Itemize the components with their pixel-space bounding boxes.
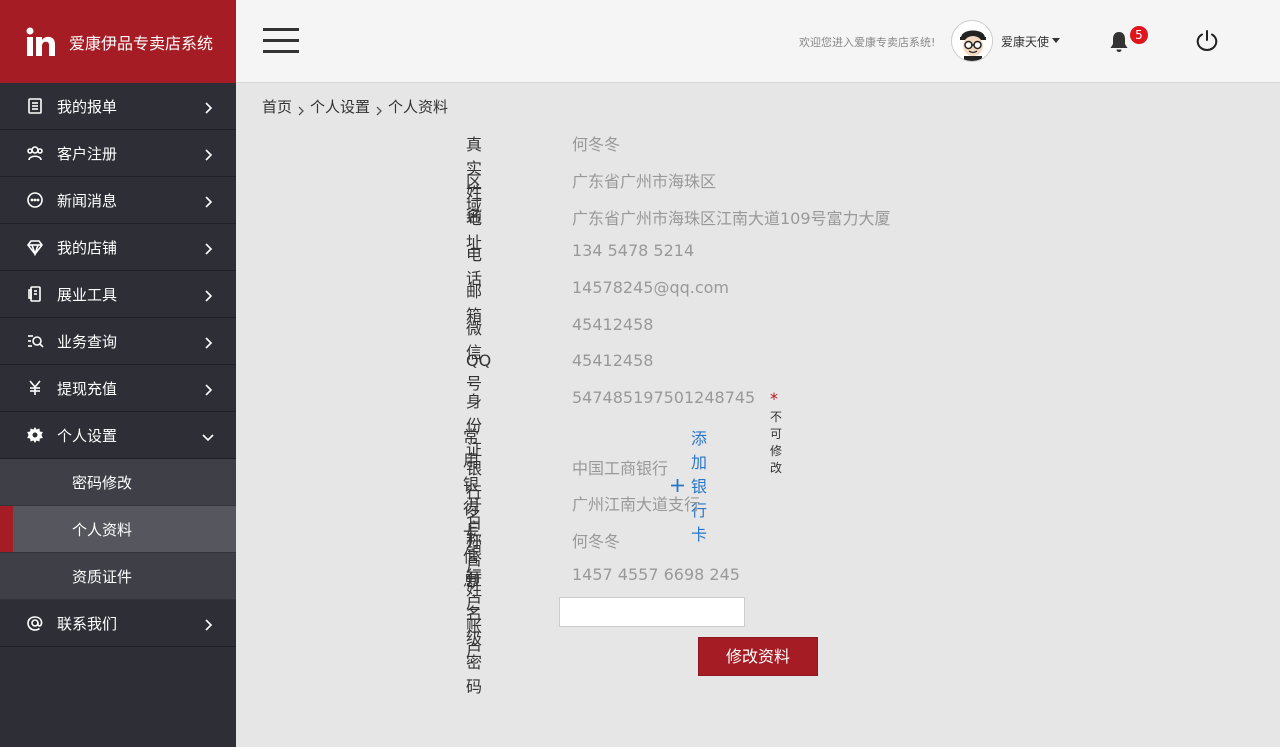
field-value-email: 14578245@qq.com — [572, 278, 730, 297]
power-icon[interactable] — [1195, 29, 1219, 53]
sidebar-item-business-query[interactable]: 业务查询 — [0, 318, 236, 365]
chevron-right-icon — [202, 335, 214, 349]
bell-icon[interactable] — [1109, 31, 1129, 53]
id-card-note-text: 不可修改 — [770, 410, 783, 475]
edit-profile-button[interactable]: 修改资料 — [698, 637, 818, 676]
search-list-icon — [25, 331, 45, 351]
brand-name: 爱康伊品专卖店系统 — [69, 33, 214, 53]
sidebar: 爱康伊品专卖店系统 我的报单 客户注册 新闻消息 我的店铺 展业工具 业务查询 … — [0, 0, 236, 747]
sidebar-item-label: 业务查询 — [57, 332, 118, 351]
field-label-secondary-password: 二级密码 — [466, 605, 483, 696]
add-bank-card-label: 添加银行卡 — [691, 429, 708, 544]
chevron-right-icon — [202, 241, 214, 255]
yuan-icon — [25, 378, 45, 398]
list-doc-icon — [25, 96, 45, 116]
diamond-icon — [25, 237, 45, 257]
sidebar-subitem-label: 资质证件 — [72, 567, 133, 586]
sidebar-subitem-change-password[interactable]: 密码修改 — [0, 459, 236, 506]
sidebar-nav: 我的报单 客户注册 新闻消息 我的店铺 展业工具 业务查询 提现充值 个人设置 — [0, 83, 236, 459]
sidebar-item-label: 我的店铺 — [57, 238, 118, 257]
sidebar-subitem-label: 个人资料 — [72, 520, 133, 539]
sidebar-item-my-orders[interactable]: 我的报单 — [0, 83, 236, 130]
chevron-down-icon — [202, 429, 214, 442]
caret-down-icon[interactable] — [1052, 38, 1060, 43]
sidebar-item-label: 新闻消息 — [57, 191, 118, 210]
chevron-right-icon — [202, 100, 214, 114]
sidebar-nav-bottom: 联系我们 — [0, 600, 236, 647]
gear-icon — [25, 425, 45, 445]
sidebar-item-my-store[interactable]: 我的店铺 — [0, 224, 236, 271]
chat-bubble-icon — [25, 190, 45, 210]
field-value-region: 广东省广州市海珠区 — [572, 172, 717, 191]
sidebar-subitem-label: 密码修改 — [72, 473, 133, 492]
sidebar-item-label: 我的报单 — [57, 97, 118, 116]
chevron-right-icon — [297, 102, 305, 115]
chevron-right-icon — [375, 102, 383, 115]
sidebar-item-label: 联系我们 — [57, 614, 118, 633]
chevron-right-icon — [202, 194, 214, 208]
tools-icon — [25, 284, 45, 304]
breadcrumb-current: 个人资料 — [388, 98, 449, 116]
chevron-right-icon — [202, 382, 214, 396]
id-card-note: * 不可修改 — [770, 389, 782, 476]
welcome-text: 欢迎您进入爱康专卖店系统! — [799, 36, 936, 49]
secondary-password-input[interactable] — [559, 597, 745, 627]
breadcrumb: 首页 个人设置 个人资料 — [262, 96, 448, 117]
brand-header[interactable]: 爱康伊品专卖店系统 — [0, 0, 236, 83]
sidebar-item-label: 个人设置 — [57, 426, 118, 445]
sidebar-item-personal-settings[interactable]: 个人设置 — [0, 412, 236, 459]
required-star-icon: * — [770, 389, 778, 408]
chevron-right-icon — [202, 288, 214, 302]
users-icon — [25, 143, 45, 163]
sidebar-item-withdraw-recharge[interactable]: 提现充值 — [0, 365, 236, 412]
field-value-bank-branch: 广州江南大道支行 — [572, 495, 701, 514]
top-header: 欢迎您进入爱康专卖店系统! 爱康天使 5 — [236, 0, 1280, 83]
chevron-right-icon — [202, 617, 214, 631]
sidebar-item-label: 客户注册 — [57, 144, 118, 163]
sidebar-item-contact-us[interactable]: 联系我们 — [0, 600, 236, 647]
chevron-right-icon — [202, 147, 214, 161]
breadcrumb-home[interactable]: 首页 — [262, 96, 292, 117]
field-value-phone: 134 5478 5214 — [572, 241, 695, 260]
at-icon — [25, 613, 45, 633]
username[interactable]: 爱康天使 — [1001, 33, 1049, 50]
sidebar-item-news[interactable]: 新闻消息 — [0, 177, 236, 224]
field-value-id-card: 547485197501248745 — [572, 388, 756, 407]
sidebar-item-customer-register[interactable]: 客户注册 — [0, 130, 236, 177]
field-value-qq: 45412458 — [572, 351, 654, 370]
sidebar-subitem-certificates[interactable]: 资质证件 — [0, 553, 236, 600]
menu-toggle-icon[interactable] — [263, 28, 299, 54]
breadcrumb-settings[interactable]: 个人设置 — [310, 96, 370, 117]
field-value-bank-name: 中国工商银行 — [572, 459, 669, 478]
add-bank-card-button[interactable]: 添加银行卡 — [670, 425, 707, 545]
sidebar-item-label: 提现充值 — [57, 379, 118, 398]
sidebar-subitem-profile[interactable]: 个人资料 — [0, 506, 236, 553]
field-value-wechat: 45412458 — [572, 315, 654, 334]
brand-logo-icon — [25, 26, 57, 58]
field-value-real-name: 何冬冬 — [572, 135, 621, 154]
avatar[interactable] — [951, 20, 993, 62]
notification-badge: 5 — [1130, 26, 1148, 44]
sidebar-item-label: 展业工具 — [57, 285, 118, 304]
field-value-address: 广东省广州市海珠区江南大道109号富力大厦 — [572, 209, 891, 228]
sidebar-submenu: 密码修改 个人资料 资质证件 — [0, 459, 236, 600]
field-value-account-name: 何冬冬 — [572, 532, 621, 551]
field-value-account-number: 1457 4557 6698 245 — [572, 565, 740, 584]
sidebar-item-tools[interactable]: 展业工具 — [0, 271, 236, 318]
